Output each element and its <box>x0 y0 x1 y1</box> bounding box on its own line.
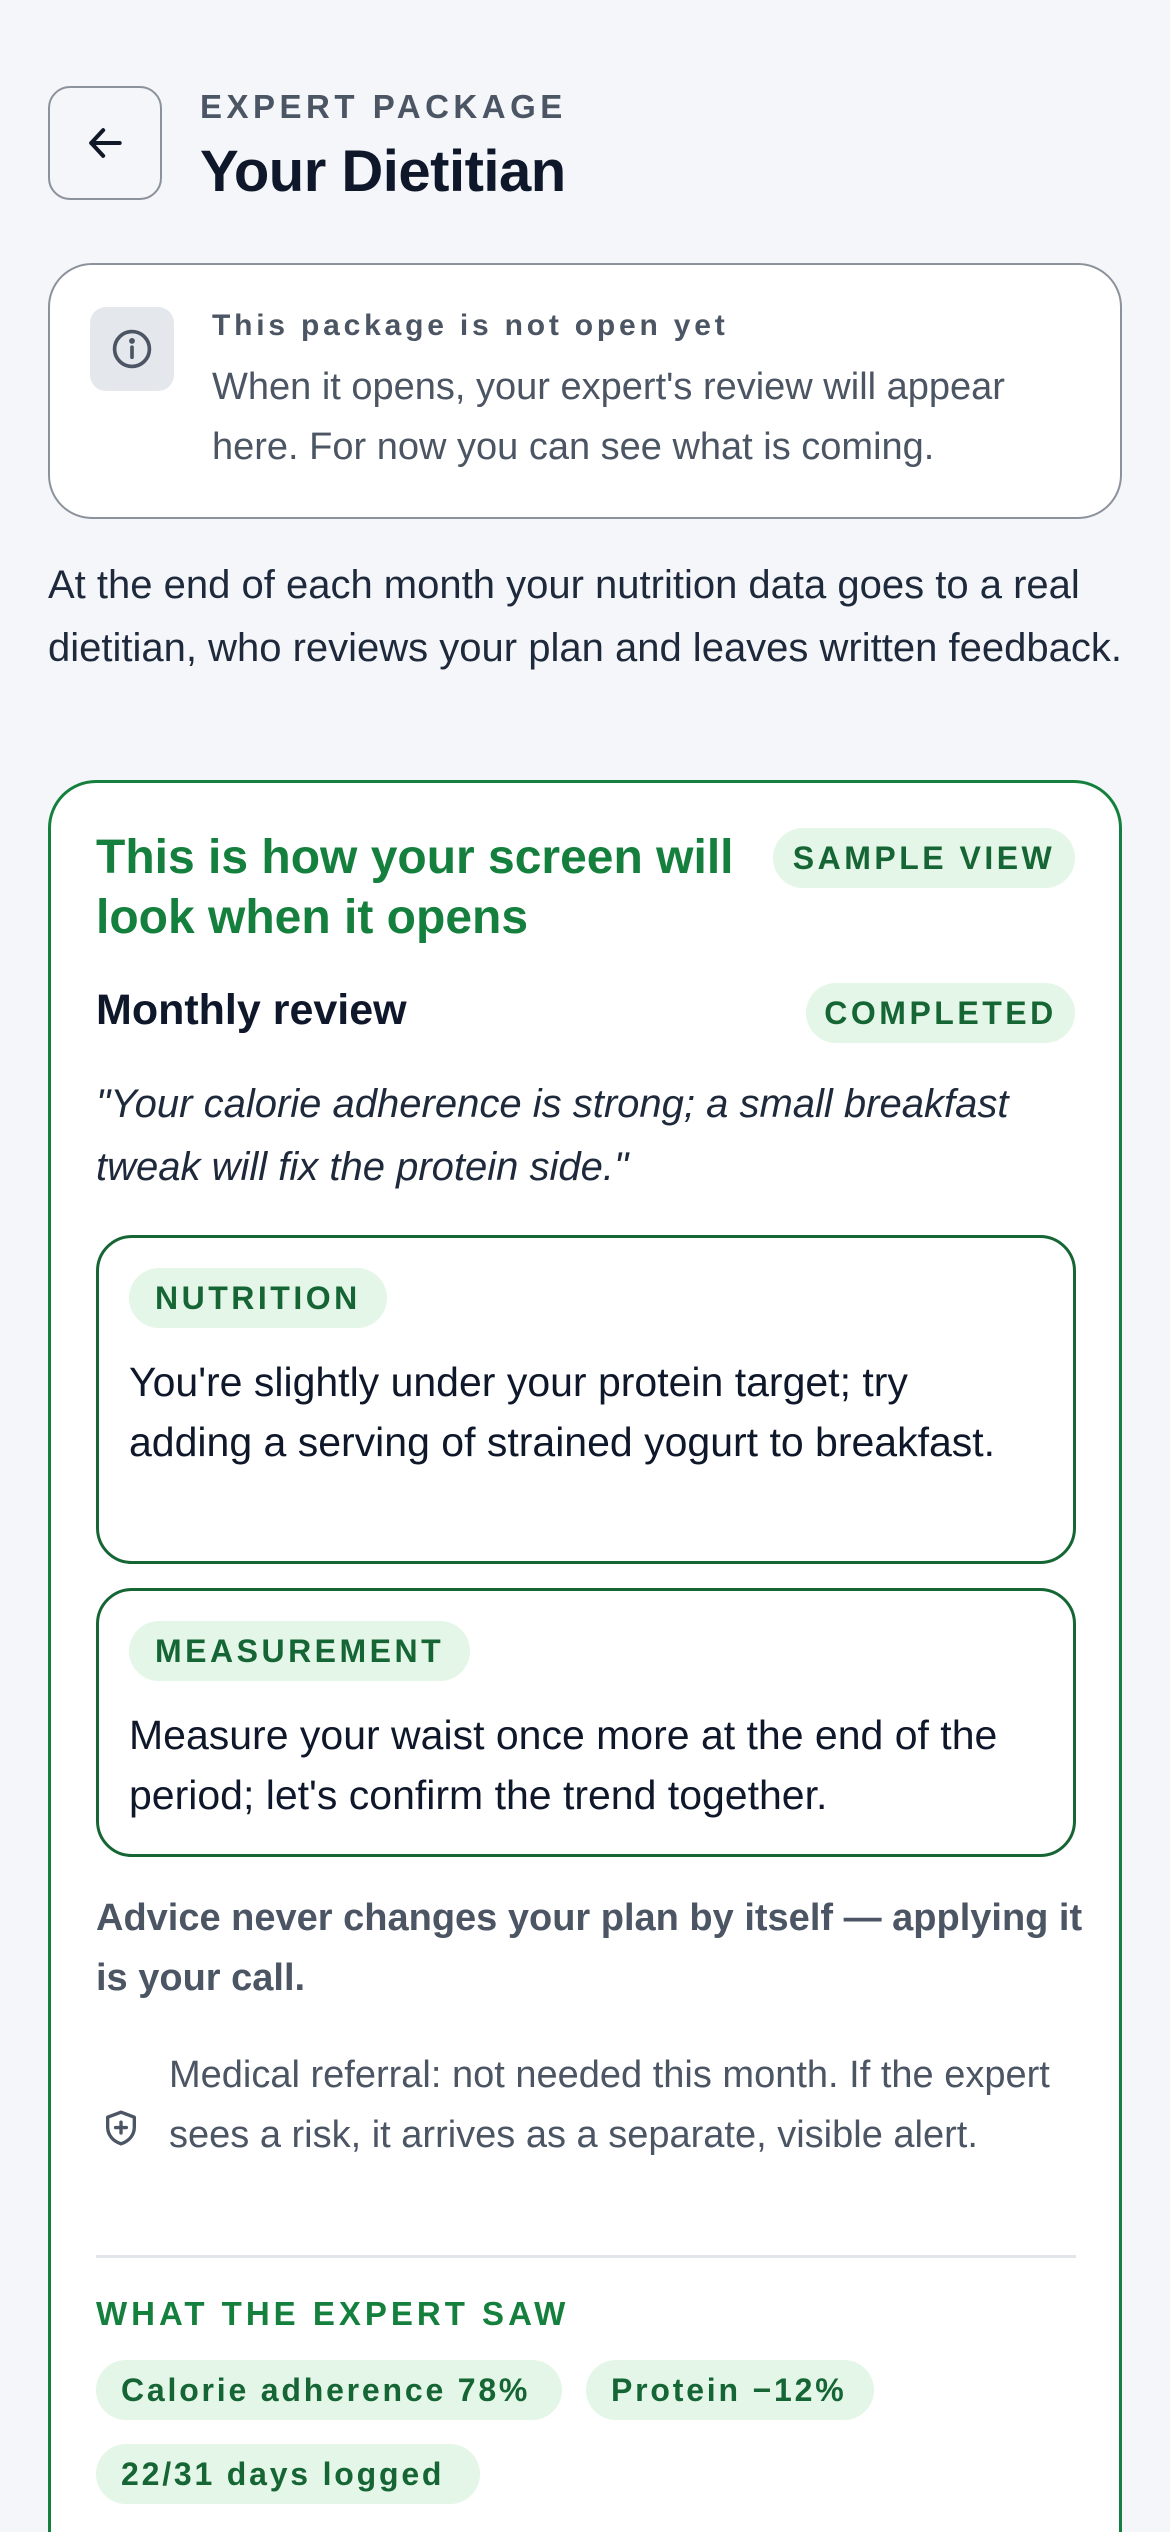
info-icon <box>112 329 152 369</box>
dietitian-screen: EXPERT PACKAGE Your Dietitian This packa… <box>0 0 1170 2532</box>
advice-text: You're slightly under your protein targe… <box>129 1359 996 1465</box>
advice-tag: MEASUREMENT <box>129 1621 471 1681</box>
arrow-left-icon <box>89 128 122 158</box>
sample-heading: This is how your screen will look when i… <box>96 831 734 944</box>
review-quote: "Your calorie adherence is strong; a sma… <box>96 1082 1009 1189</box>
expert-saw-title: WHAT THE EXPERT SAW <box>96 2295 570 2332</box>
advice-card-nutrition: NUTRITION You're slightly under your pro… <box>96 1235 1076 1564</box>
notice-title: This package is not open yet <box>212 309 729 342</box>
metric-chip: Protein −12% <box>586 2360 874 2420</box>
header-text: EXPERT PACKAGE Your Dietitian <box>200 88 567 205</box>
medical-referral-note: Medical referral: not needed this month.… <box>169 2054 1050 2156</box>
notice-icon-wrap <box>90 307 174 391</box>
intro-text: At the end of each month your nutrition … <box>48 563 1122 670</box>
shield-plus-icon <box>106 2110 136 2146</box>
advice-tag: NUTRITION <box>129 1268 387 1328</box>
back-button[interactable] <box>48 86 162 200</box>
page-eyebrow: EXPERT PACKAGE <box>200 88 567 125</box>
not-open-notice: This package is not open yet When it ope… <box>48 263 1122 519</box>
page-title: Your Dietitian <box>200 139 566 204</box>
advice-disclaimer: Advice never changes your plan by itself… <box>96 1897 1083 1999</box>
advice-text: Measure your waist once more at the end … <box>129 1712 998 1818</box>
status-badge: COMPLETED <box>806 983 1075 1043</box>
header: EXPERT PACKAGE Your Dietitian <box>48 86 567 205</box>
metric-chip: Calorie adherence 78% <box>96 2360 562 2420</box>
sample-view-card: This is how your screen will look when i… <box>48 780 1122 2532</box>
sample-view-badge: SAMPLE VIEW <box>773 828 1075 888</box>
metric-chip: 22/31 days logged <box>96 2444 480 2504</box>
advice-card-measurement: MEASUREMENT Measure your waist once more… <box>96 1588 1076 1857</box>
notice-body: When it opens, your expert's review will… <box>212 366 1005 468</box>
review-title: Monthly review <box>96 986 407 1034</box>
divider <box>96 2255 1076 2258</box>
